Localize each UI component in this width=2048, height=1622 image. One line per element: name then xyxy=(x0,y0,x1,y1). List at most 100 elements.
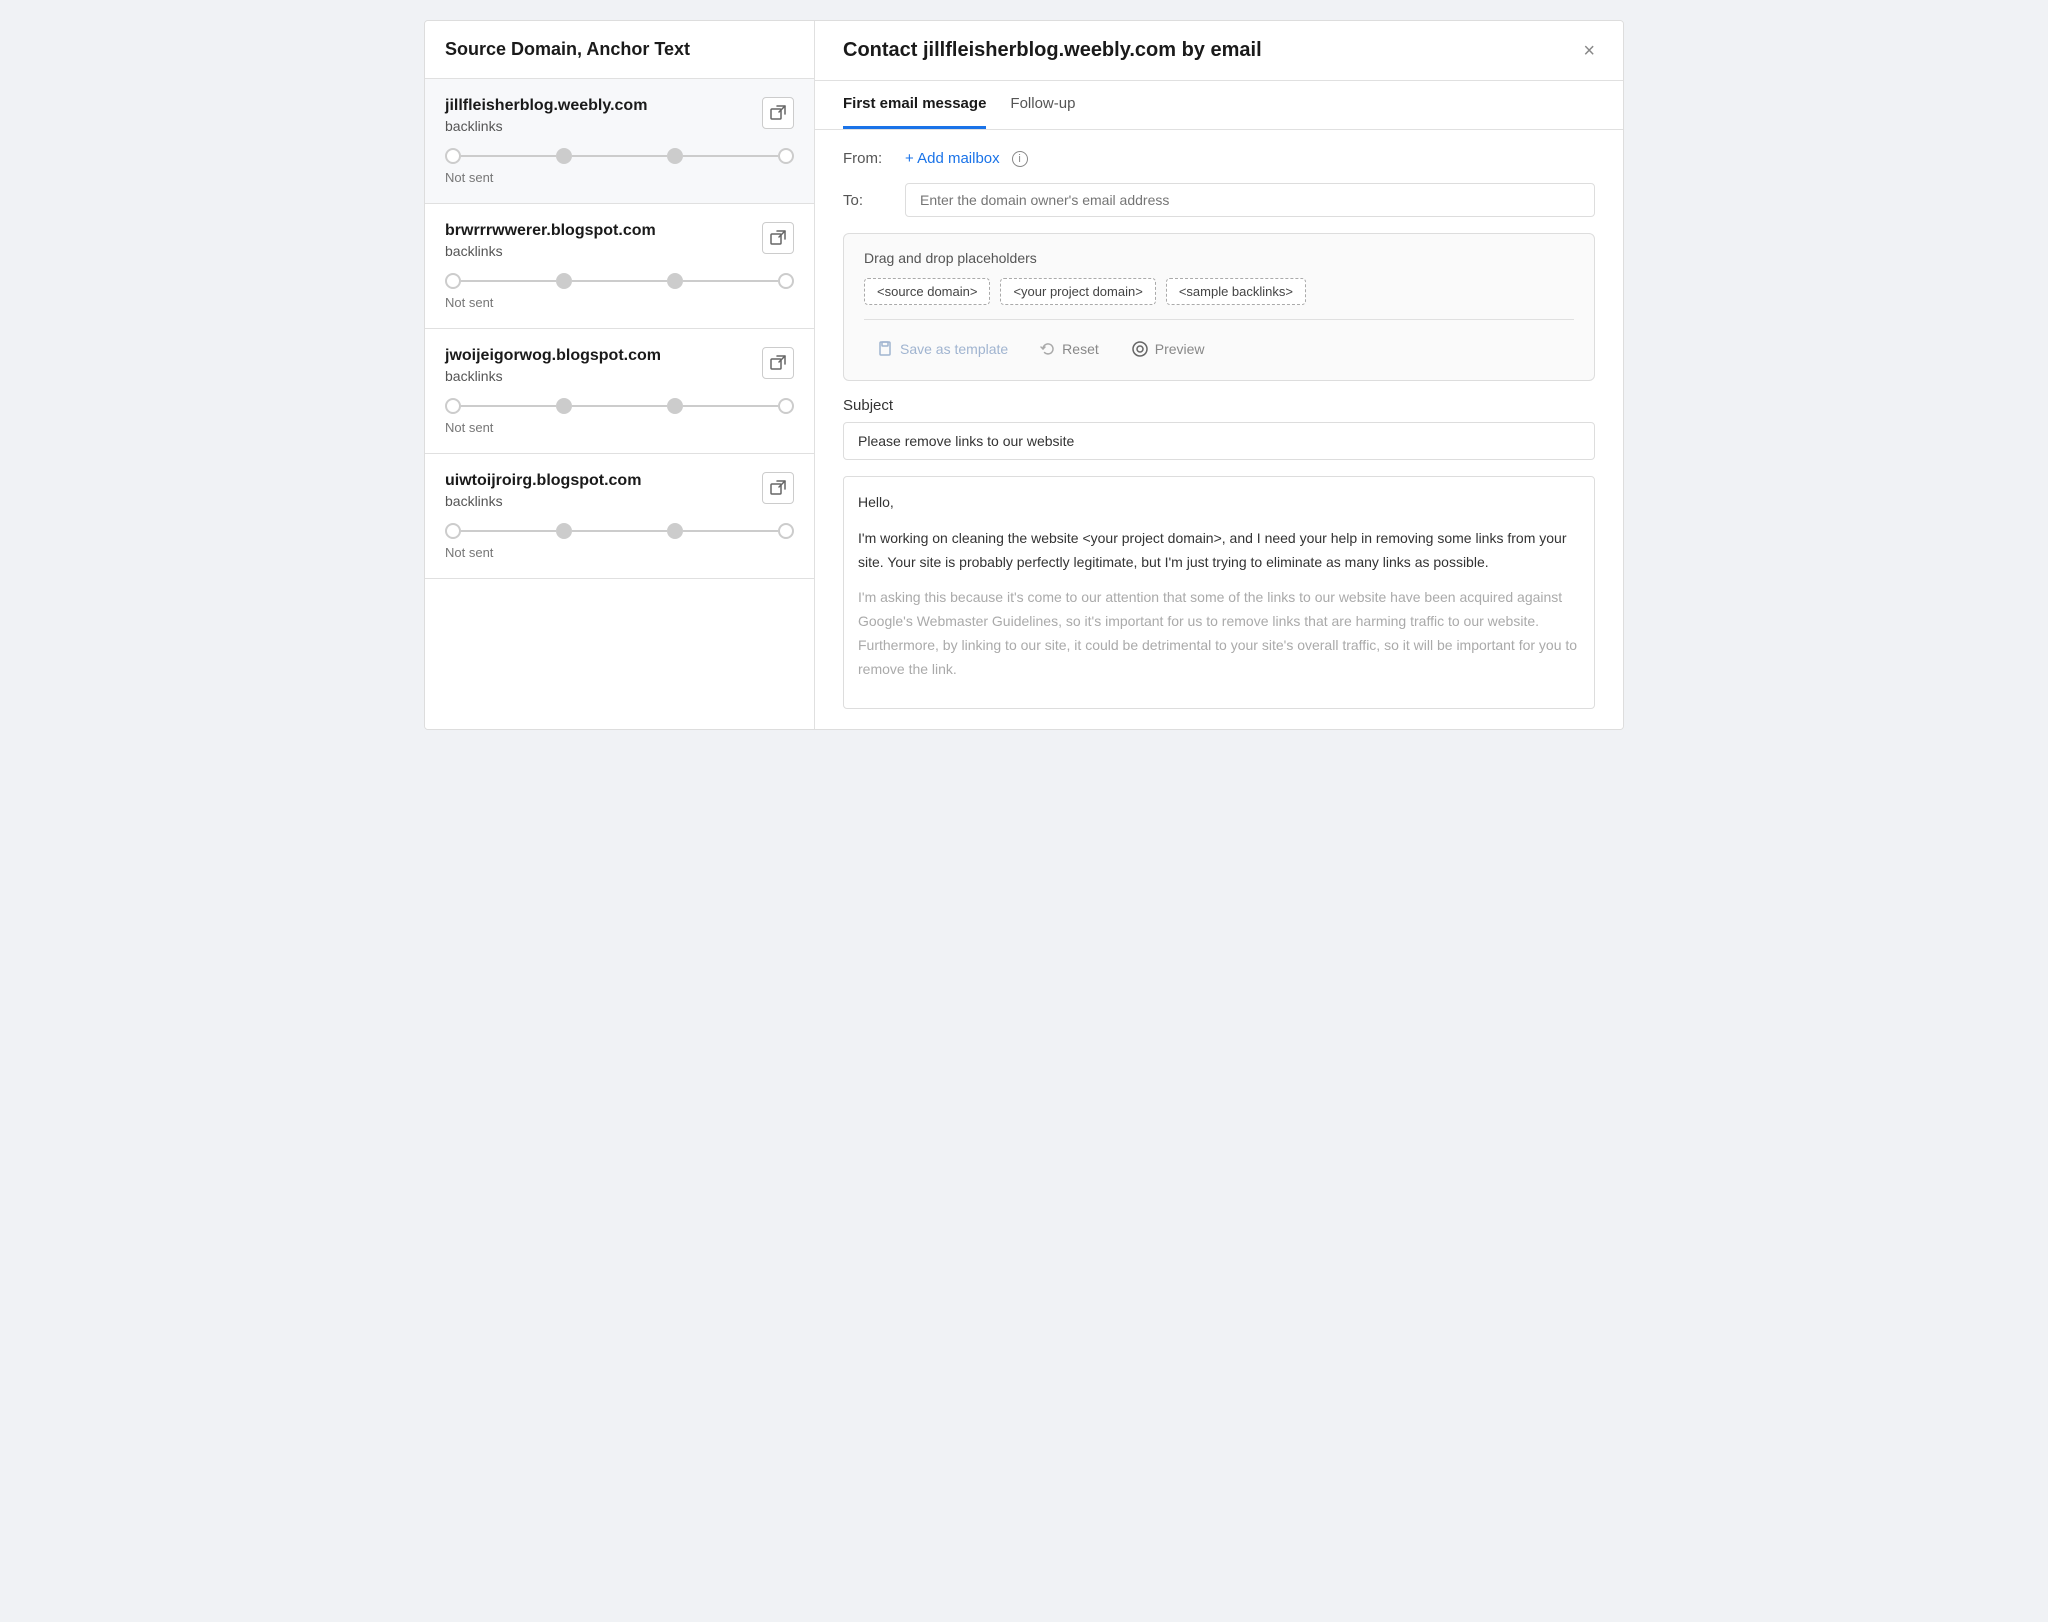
email-body[interactable]: Hello,I'm working on cleaning the websit… xyxy=(843,476,1595,709)
domain-info: jwoijeigorwog.blogspot.com backlinks xyxy=(445,347,661,384)
preview-label: Preview xyxy=(1155,341,1205,357)
progress-circle-1 xyxy=(445,523,461,539)
dialog-title: Contact jillfleisherblog.weebly.com by e… xyxy=(843,39,1262,62)
domain-item-header: jwoijeigorwog.blogspot.com backlinks xyxy=(445,347,794,384)
left-panel: Source Domain, Anchor Text jillfleisherb… xyxy=(425,21,815,729)
progress-circle-1 xyxy=(445,273,461,289)
tab-first-email[interactable]: First email message xyxy=(843,81,986,129)
domain-info: jillfleisherblog.weebly.com backlinks xyxy=(445,97,647,134)
domain-item-header: uiwtoijroirg.blogspot.com backlinks xyxy=(445,472,794,509)
add-mailbox-label: + Add mailbox xyxy=(905,150,1000,167)
domain-name: uiwtoijroirg.blogspot.com xyxy=(445,472,641,490)
external-link-icon xyxy=(770,480,786,496)
progress-track xyxy=(445,523,794,539)
progress-circle-4 xyxy=(778,148,794,164)
progress-circle-3 xyxy=(667,273,683,289)
placeholder-chip[interactable]: <source domain> xyxy=(864,278,990,305)
preview-button[interactable]: Preview xyxy=(1117,334,1219,364)
domain-item-header: brwrrrwwerer.blogspot.com backlinks xyxy=(445,222,794,259)
subject-label: Subject xyxy=(843,397,1595,414)
domain-item[interactable]: jwoijeigorwog.blogspot.com backlinks Not… xyxy=(425,329,814,454)
link-icon-button[interactable] xyxy=(762,222,794,254)
progress-circle-3 xyxy=(667,398,683,414)
progress-line-2 xyxy=(572,405,667,407)
placeholder-label: Drag and drop placeholders xyxy=(864,250,1574,266)
progress-circle-2 xyxy=(556,523,572,539)
progress-line-1 xyxy=(461,280,556,282)
progress-line-3 xyxy=(683,530,778,532)
domain-item[interactable]: jillfleisherblog.weebly.com backlinks No… xyxy=(425,79,814,204)
progress-track xyxy=(445,148,794,164)
right-panel: Contact jillfleisherblog.weebly.com by e… xyxy=(815,21,1623,729)
progress-circle-1 xyxy=(445,398,461,414)
progress-track xyxy=(445,273,794,289)
progress-circle-3 xyxy=(667,148,683,164)
progress-line-1 xyxy=(461,530,556,532)
domain-type: backlinks xyxy=(445,243,656,259)
not-sent-status: Not sent xyxy=(445,170,794,185)
main-container: Source Domain, Anchor Text jillfleisherb… xyxy=(424,20,1624,730)
reset-button[interactable]: Reset xyxy=(1026,335,1113,363)
progress-circle-3 xyxy=(667,523,683,539)
subject-input[interactable] xyxy=(843,422,1595,460)
from-row: From: + Add mailbox i xyxy=(843,150,1595,167)
domain-type: backlinks xyxy=(445,493,641,509)
add-mailbox-button[interactable]: + Add mailbox xyxy=(905,150,1000,167)
close-button[interactable]: × xyxy=(1583,41,1595,61)
from-label: From: xyxy=(843,150,893,167)
domain-list: jillfleisherblog.weebly.com backlinks No… xyxy=(425,79,814,579)
progress-circle-4 xyxy=(778,398,794,414)
placeholder-chip[interactable]: <your project domain> xyxy=(1000,278,1155,305)
save-template-label: Save as template xyxy=(900,341,1008,357)
tab-followup[interactable]: Follow-up xyxy=(1010,81,1075,129)
link-icon-button[interactable] xyxy=(762,347,794,379)
domain-name: jwoijeigorwog.blogspot.com xyxy=(445,347,661,365)
external-link-icon xyxy=(770,230,786,246)
placeholder-chip[interactable]: <sample backlinks> xyxy=(1166,278,1306,305)
progress-line-3 xyxy=(683,280,778,282)
progress-line-3 xyxy=(683,405,778,407)
progress-circle-2 xyxy=(556,273,572,289)
external-link-icon xyxy=(770,105,786,121)
placeholder-chips: <source domain> <your project domain> <sam… xyxy=(864,278,1574,305)
save-icon xyxy=(878,341,894,357)
progress-circle-4 xyxy=(778,523,794,539)
link-icon-button[interactable] xyxy=(762,97,794,129)
domain-item[interactable]: brwrrrwwerer.blogspot.com backlinks Not … xyxy=(425,204,814,329)
domain-info: uiwtoijroirg.blogspot.com backlinks xyxy=(445,472,641,509)
not-sent-status: Not sent xyxy=(445,420,794,435)
right-panel-header: Contact jillfleisherblog.weebly.com by e… xyxy=(815,21,1623,81)
domain-type: backlinks xyxy=(445,368,661,384)
progress-line-1 xyxy=(461,405,556,407)
domain-name: jillfleisherblog.weebly.com xyxy=(445,97,647,115)
placeholder-box: Drag and drop placeholders <source domai… xyxy=(843,233,1595,381)
placeholder-actions: Save as template Reset xyxy=(864,319,1574,364)
domain-name: brwrrrwwerer.blogspot.com xyxy=(445,222,656,240)
progress-circle-2 xyxy=(556,398,572,414)
left-panel-header: Source Domain, Anchor Text xyxy=(425,21,814,79)
progress-line-3 xyxy=(683,155,778,157)
not-sent-status: Not sent xyxy=(445,545,794,560)
progress-line-2 xyxy=(572,530,667,532)
info-icon[interactable]: i xyxy=(1012,151,1028,167)
progress-circle-1 xyxy=(445,148,461,164)
reset-label: Reset xyxy=(1062,341,1099,357)
external-link-icon xyxy=(770,355,786,371)
to-input[interactable] xyxy=(905,183,1595,217)
not-sent-status: Not sent xyxy=(445,295,794,310)
domain-type: backlinks xyxy=(445,118,647,134)
progress-line-2 xyxy=(572,280,667,282)
progress-line-1 xyxy=(461,155,556,157)
to-row: To: xyxy=(843,183,1595,217)
right-body: From: + Add mailbox i To: Drag and drop … xyxy=(815,130,1623,729)
preview-icon xyxy=(1131,340,1149,358)
link-icon-button[interactable] xyxy=(762,472,794,504)
domain-item[interactable]: uiwtoijroirg.blogspot.com backlinks Not … xyxy=(425,454,814,579)
progress-line-2 xyxy=(572,155,667,157)
progress-circle-2 xyxy=(556,148,572,164)
progress-track xyxy=(445,398,794,414)
tabs-bar: First email message Follow-up xyxy=(815,81,1623,130)
save-template-button[interactable]: Save as template xyxy=(864,335,1022,363)
domain-item-header: jillfleisherblog.weebly.com backlinks xyxy=(445,97,794,134)
progress-circle-4 xyxy=(778,273,794,289)
